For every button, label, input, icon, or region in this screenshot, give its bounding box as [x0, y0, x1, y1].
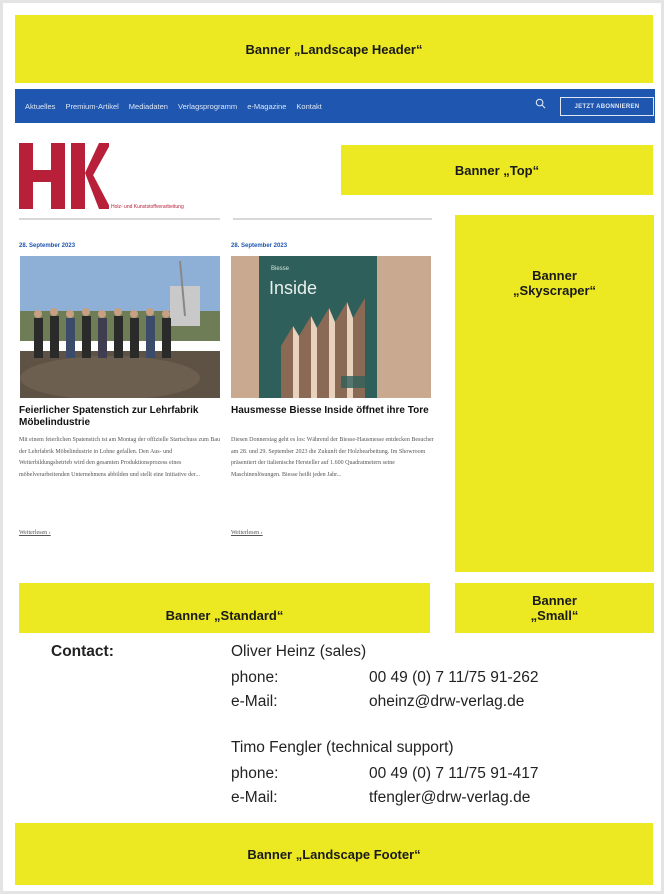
phone-number[interactable]: 00 49 (0) 7 11/75 91-262	[369, 669, 538, 687]
nav-bar: Aktuelles Premium-Artikel Mediadaten Ver…	[15, 89, 655, 123]
banner-small-line1: Banner	[532, 593, 577, 608]
subscribe-button[interactable]: JETZT ABONNIEREN	[560, 97, 654, 116]
phone-label: phone:	[231, 669, 279, 686]
contact-name: Oliver Heinz (sales)	[231, 643, 367, 660]
banner-small-line2: „Small“	[530, 608, 579, 623]
email-label: e-Mail:	[231, 693, 278, 710]
article-date: 28. September 2023	[19, 243, 76, 249]
banner-small[interactable]: Banner „Small“	[455, 583, 654, 633]
nav-item-kontakt[interactable]: Kontakt	[296, 102, 321, 111]
banner-skyscraper-label: Banner „Skyscraper“	[513, 268, 596, 298]
email-link[interactable]: tfengler@drw-verlag.de	[369, 789, 530, 807]
banner-landscape-header-label: Banner „Landscape Header“	[245, 41, 423, 57]
hk-logo[interactable]	[19, 143, 111, 209]
banner-landscape-header[interactable]: Banner „Landscape Header“	[15, 15, 653, 83]
banner-top[interactable]: Banner „Top“	[341, 145, 653, 195]
nav-item-aktuelles[interactable]: Aktuelles	[25, 102, 55, 111]
banner-standard[interactable]: Banner „Standard“	[19, 583, 430, 633]
nav-item-emagazine[interactable]: e-Magazine	[247, 102, 286, 111]
search-icon[interactable]	[535, 98, 546, 112]
biesse-brand-label: Biesse	[271, 266, 290, 272]
article-title[interactable]: Hausmesse Biesse Inside öffnet ihre Tore	[231, 405, 436, 417]
divider	[19, 218, 220, 220]
article-image-groundbreaking[interactable]	[20, 256, 220, 398]
banner-small-label: Banner „Small“	[531, 593, 579, 623]
article-date: 28. September 2023	[231, 243, 288, 249]
nav-links: Aktuelles Premium-Artikel Mediadaten Ver…	[15, 102, 322, 111]
email-link[interactable]: oheinz@drw-verlag.de	[369, 693, 524, 711]
read-more-link[interactable]: Weiterlesen ›	[231, 530, 263, 536]
biesse-inside-label: Inside	[269, 278, 318, 298]
article-teaser: Diesen Donnerstag geht es los: Während d…	[231, 437, 434, 478]
article-teaser: Mit einem feierlichen Spatenstich ist am…	[19, 437, 221, 478]
email-label: e-Mail:	[231, 789, 278, 806]
contact-name: Timo Fengler (technical support)	[231, 739, 454, 756]
banner-skyscraper[interactable]: Banner „Skyscraper“	[455, 215, 654, 572]
banner-landscape-footer[interactable]: Banner „Landscape Footer“	[15, 823, 653, 885]
read-more-link[interactable]: Weiterlesen ›	[19, 530, 51, 536]
article-image-biesse-inside[interactable]: Biesse Inside	[231, 256, 431, 398]
banner-top-label: Banner „Top“	[454, 162, 540, 178]
phone-number[interactable]: 00 49 (0) 7 11/75 91-417	[369, 765, 538, 783]
banner-standard-label: Banner „Standard“	[165, 607, 284, 623]
banner-skyscraper-line2: „Skyscraper“	[512, 283, 597, 298]
phone-label: phone:	[231, 765, 279, 782]
banner-landscape-footer-label: Banner „Landscape Footer“	[247, 846, 421, 862]
nav-item-premium[interactable]: Premium-Artikel	[65, 102, 118, 111]
contact-label: Contact:	[51, 643, 114, 660]
divider	[233, 218, 432, 220]
nav-item-mediadaten[interactable]: Mediadaten	[129, 102, 168, 111]
banner-skyscraper-line1: Banner	[532, 268, 577, 283]
logo-tagline: Holz- und Kunststoffverarbeitung	[111, 204, 184, 210]
page-frame: Banner „Landscape Header“ Aktuelles Prem…	[0, 0, 664, 894]
article-title[interactable]: Feierlicher Spatenstich zur Lehrfabrik M…	[19, 405, 224, 429]
nav-item-verlagsprogramm[interactable]: Verlagsprogramm	[178, 102, 237, 111]
